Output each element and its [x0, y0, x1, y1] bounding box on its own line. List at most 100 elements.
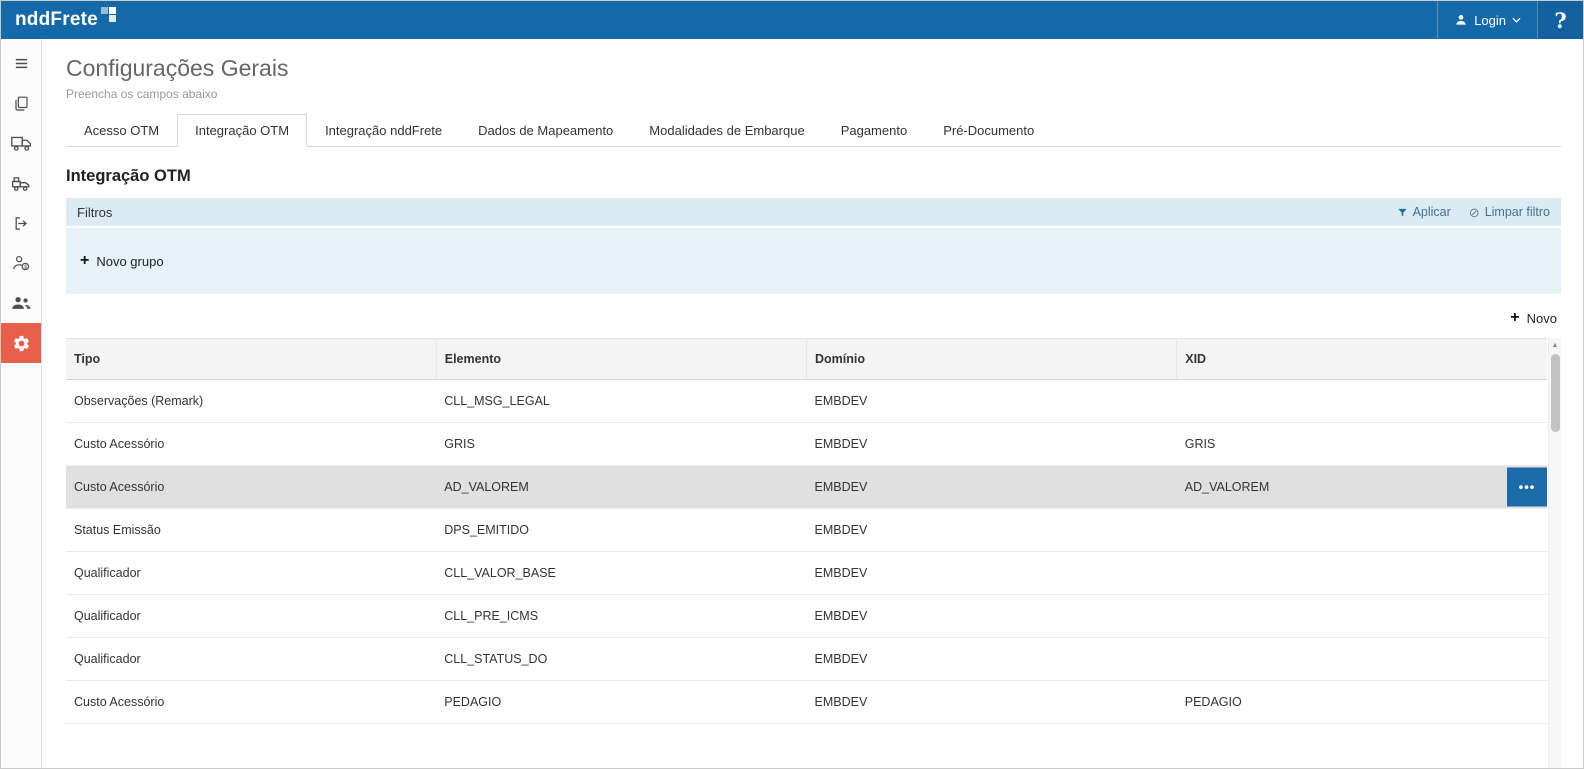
sidebar-item-settings[interactable]: [1, 323, 41, 363]
tab-bar: Acesso OTMIntegração OTMIntegração nddFr…: [66, 114, 1561, 147]
filters-title: Filtros: [77, 205, 112, 220]
cell-tipo: Qualificador: [66, 552, 436, 595]
login-label: Login: [1474, 13, 1506, 28]
brand-squares-icon: [101, 6, 118, 23]
cell-xid: [1177, 552, 1547, 595]
table-row[interactable]: Custo AcessórioAD_VALOREMEMBDEVAD_VALORE…: [66, 466, 1547, 509]
clear-filter-icon: ⊘: [1469, 206, 1480, 219]
column-header-tipo[interactable]: Tipo: [66, 339, 436, 380]
table-row[interactable]: QualificadorCLL_STATUS_DOEMBDEV: [66, 638, 1547, 681]
cell-tipo: Status Emissão: [66, 509, 436, 552]
cargo-truck-icon: [11, 175, 32, 192]
cell-elemento: AD_VALOREM: [436, 466, 806, 509]
cell-dominio: EMBDEV: [807, 552, 1177, 595]
table-row[interactable]: Status EmissãoDPS_EMITIDOEMBDEV: [66, 509, 1547, 552]
chevron-down-icon: [1512, 17, 1521, 23]
cell-dominio: EMBDEV: [807, 423, 1177, 466]
cell-elemento: CLL_VALOR_BASE: [436, 552, 806, 595]
cell-elemento: CLL_STATUS_DO: [436, 638, 806, 681]
help-icon: ?: [1554, 8, 1566, 33]
column-header-xid[interactable]: XID: [1177, 339, 1547, 380]
cell-elemento: GRIS: [436, 423, 806, 466]
table-row[interactable]: Custo AcessórioGRISEMBDEVGRIS: [66, 423, 1547, 466]
new-group-button[interactable]: + Novo grupo: [80, 253, 164, 269]
hamburger-menu-icon: [13, 55, 30, 72]
new-button[interactable]: + Novo: [1510, 310, 1557, 326]
main-content: Configurações Gerais Preencha os campos …: [42, 39, 1583, 768]
topbar: nddFrete Login ?: [1, 1, 1583, 39]
login-menu[interactable]: Login: [1437, 1, 1537, 39]
cell-xid: GRIS: [1177, 423, 1547, 466]
table-container: TipoElementoDomínioXID Observações (Rema…: [66, 338, 1561, 768]
sidebar-item-shipment[interactable]: [1, 163, 41, 203]
clear-filter-button[interactable]: ⊘ Limpar filtro: [1469, 205, 1550, 219]
new-button-label: Novo: [1527, 311, 1557, 326]
table-row[interactable]: QualificadorCLL_VALOR_BASEEMBDEV: [66, 552, 1547, 595]
cell-dominio: EMBDEV: [807, 638, 1177, 681]
documents-icon: [13, 95, 29, 112]
brand-logo[interactable]: nddFrete: [1, 1, 118, 39]
new-group-label: Novo grupo: [96, 254, 163, 269]
filters-header: Filtros Aplicar ⊘ Limpar filtro: [66, 198, 1561, 228]
cell-tipo: Custo Acessório: [66, 423, 436, 466]
svg-text:$: $: [24, 264, 27, 270]
vertical-scrollbar[interactable]: ▲: [1548, 338, 1561, 768]
filters-actions: Aplicar ⊘ Limpar filtro: [1397, 205, 1550, 219]
apply-filter-button[interactable]: Aplicar: [1397, 205, 1451, 219]
cell-elemento: CLL_PRE_ICMS: [436, 595, 806, 638]
scrollbar-thumb[interactable]: [1551, 354, 1560, 432]
cell-tipo: Qualificador: [66, 638, 436, 681]
gear-icon: [12, 334, 31, 353]
cell-xid: [1177, 638, 1547, 681]
filter-funnel-icon: [1397, 207, 1408, 218]
tab-pagamento[interactable]: Pagamento: [823, 114, 926, 147]
users-group-icon: [11, 295, 31, 311]
tab-integra-o-nddfrete[interactable]: Integração nddFrete: [307, 114, 460, 147]
cell-tipo: Custo Acessório: [66, 681, 436, 724]
cell-elemento: DPS_EMITIDO: [436, 509, 806, 552]
export-icon: [13, 215, 30, 232]
sidebar-item-users[interactable]: [1, 283, 41, 323]
sidebar-item-truck[interactable]: [1, 123, 41, 163]
section-title: Integração OTM: [66, 167, 1561, 186]
tab-acesso-otm[interactable]: Acesso OTM: [66, 114, 177, 147]
column-header-dom-nio[interactable]: Domínio: [807, 339, 1177, 380]
cell-dominio: EMBDEV: [807, 509, 1177, 552]
brand-name: nddFrete: [15, 9, 98, 31]
cell-tipo: Observações (Remark): [66, 380, 436, 423]
tab-pr-documento[interactable]: Pré-Documento: [925, 114, 1052, 147]
mapping-table: TipoElementoDomínioXID Observações (Rema…: [66, 338, 1547, 724]
filters-panel: Filtros Aplicar ⊘ Limpar filtro: [66, 198, 1561, 294]
scroll-up-arrow[interactable]: ▲: [1549, 338, 1561, 352]
cell-dominio: EMBDEV: [807, 380, 1177, 423]
sidebar-item-export[interactable]: [1, 203, 41, 243]
tab-dados-de-mapeamento[interactable]: Dados de Mapeamento: [460, 114, 631, 147]
help-button[interactable]: ?: [1537, 1, 1583, 39]
cell-xid: [1177, 380, 1547, 423]
table-row[interactable]: Observações (Remark)CLL_MSG_LEGALEMBDEV: [66, 380, 1547, 423]
truck-icon: [11, 135, 32, 152]
column-header-elemento[interactable]: Elemento: [436, 339, 806, 380]
table-body: Observações (Remark)CLL_MSG_LEGALEMBDEVC…: [66, 380, 1547, 724]
sidebar-item-documents[interactable]: [1, 83, 41, 123]
page-subtitle: Preencha os campos abaixo: [66, 87, 1561, 101]
table-row[interactable]: Custo AcessórioPEDAGIOEMBDEVPEDAGIO: [66, 681, 1547, 724]
apply-filter-label: Aplicar: [1413, 205, 1451, 219]
sidebar-item-billing[interactable]: $: [1, 243, 41, 283]
sidebar: $: [1, 39, 42, 768]
cell-tipo: Custo Acessório: [66, 466, 436, 509]
table-toolbar: + Novo: [66, 294, 1561, 338]
table-header-row: TipoElementoDomínioXID: [66, 339, 1547, 380]
cell-dominio: EMBDEV: [807, 466, 1177, 509]
tab-modalidades-de-embarque[interactable]: Modalidades de Embarque: [631, 114, 822, 147]
topbar-right: Login ?: [1437, 1, 1583, 39]
filters-body: + Novo grupo: [66, 228, 1561, 294]
sidebar-item-menu[interactable]: [1, 43, 41, 83]
cell-elemento: CLL_MSG_LEGAL: [436, 380, 806, 423]
page-title: Configurações Gerais: [66, 55, 1561, 82]
table-row[interactable]: QualificadorCLL_PRE_ICMSEMBDEV: [66, 595, 1547, 638]
cell-xid: PEDAGIO: [1177, 681, 1547, 724]
tab-integra-o-otm[interactable]: Integração OTM: [177, 114, 307, 147]
cell-tipo: Qualificador: [66, 595, 436, 638]
row-actions-button[interactable]: •••: [1507, 468, 1547, 507]
